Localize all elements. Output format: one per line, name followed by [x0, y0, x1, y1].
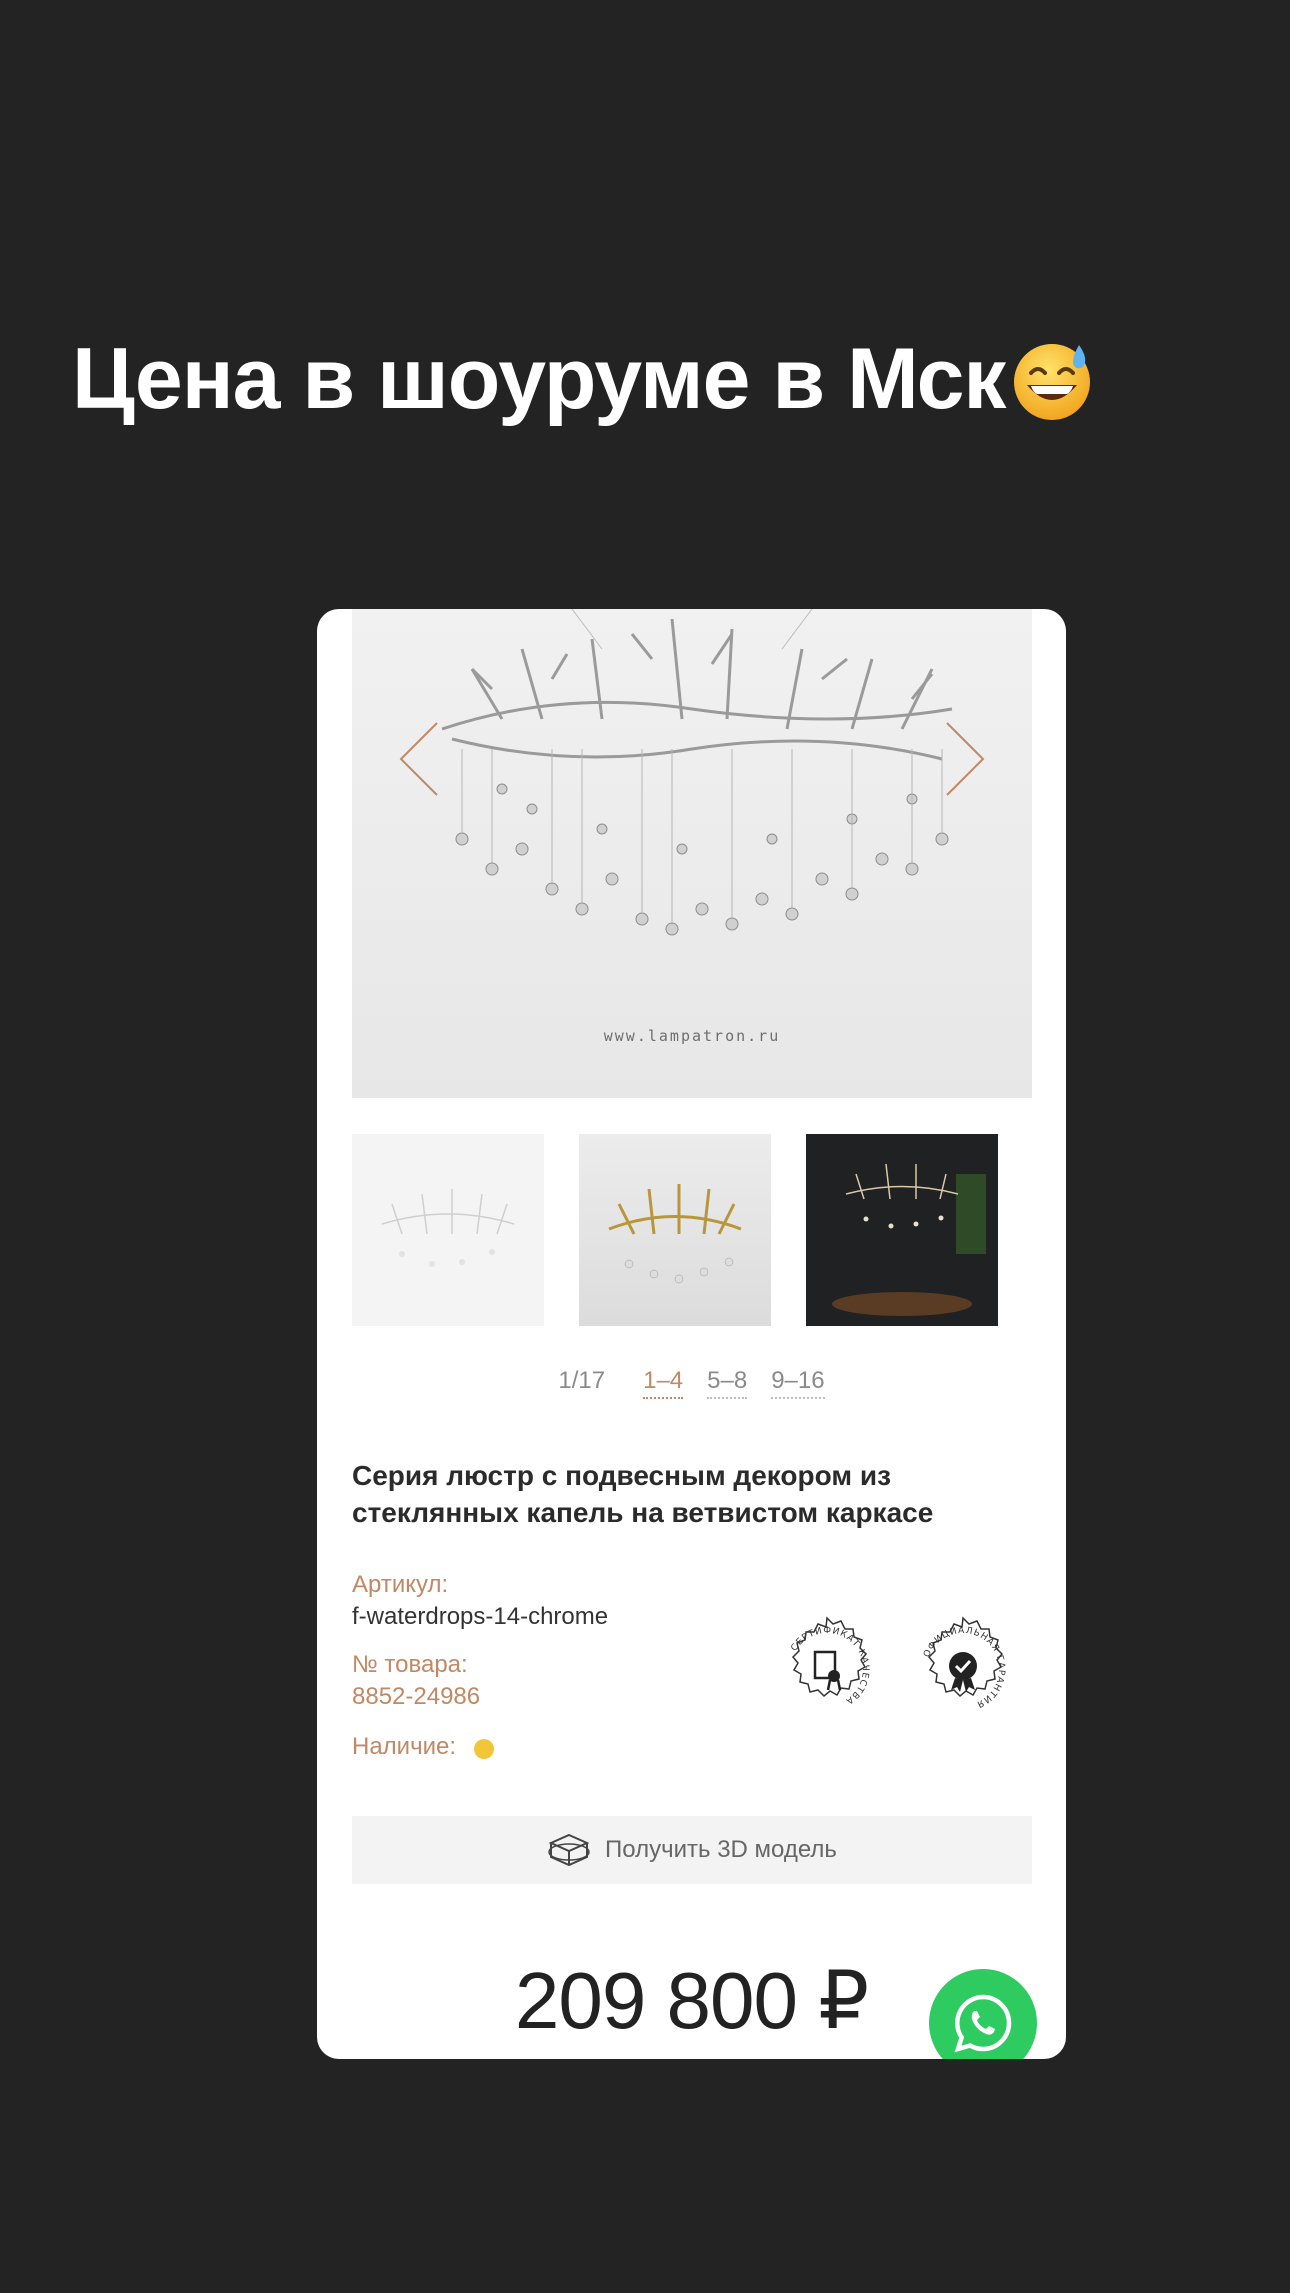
availability-indicator [474, 1739, 494, 1759]
thumbnail-1[interactable] [352, 1134, 544, 1326]
headline: Цена в шоуруме в Мск [72, 330, 1095, 429]
pager-page-2[interactable]: 5–8 [707, 1367, 748, 1399]
product-title: Серия люстр с подвесным декором из стекл… [352, 1460, 934, 1528]
get-3d-model-button[interactable]: Получить 3D модель [352, 1816, 1032, 1884]
watermark: www.lampatron.ru [603, 1027, 781, 1045]
arrow-left-icon[interactable] [397, 719, 441, 799]
arrow-right-icon[interactable] [943, 719, 987, 799]
availability-label: Наличие: [352, 1733, 457, 1760]
pager-page-3[interactable]: 9–16 [771, 1367, 825, 1399]
item-number-label: № товара: [352, 1651, 468, 1678]
cube-3d-icon [548, 1833, 590, 1867]
article-value: f-waterdrops-14-chrome [352, 1603, 609, 1630]
guarantee-seal-icon: ОФИЦИАЛЬНАЯ ГАРАНТИЯ [922, 1616, 1005, 1709]
thumbnail-strip [352, 1134, 998, 1326]
sweat-smile-emoji-icon [1009, 337, 1095, 423]
headline-text: Цена в шоуруме в Мск [72, 331, 1006, 427]
gallery-pager: 1/17 1–4 5–8 9–16 [317, 1367, 1066, 1399]
pager-count: 1/17 [558, 1367, 606, 1394]
main-product-image[interactable]: www.lampatron.ru [352, 609, 1032, 1098]
whatsapp-icon [954, 1994, 1012, 2053]
article-label: Артикул: [352, 1571, 449, 1598]
thumbnail-3[interactable] [806, 1134, 998, 1326]
item-number-value: 8852-24986 [352, 1683, 481, 1710]
chandelier-illustration [441, 609, 953, 936]
get-3d-model-label: Получить 3D модель [605, 1836, 837, 1863]
product-card: www.lampatron.ru 1/17 1–4 5–8 9–16 Серия… [317, 609, 1066, 2059]
thumbnail-2[interactable] [579, 1134, 771, 1326]
pager-page-1[interactable]: 1–4 [643, 1367, 684, 1399]
certificate-seal-icon: СЕРТИФИКАТ КАЧЕСТВА [790, 1616, 869, 1706]
